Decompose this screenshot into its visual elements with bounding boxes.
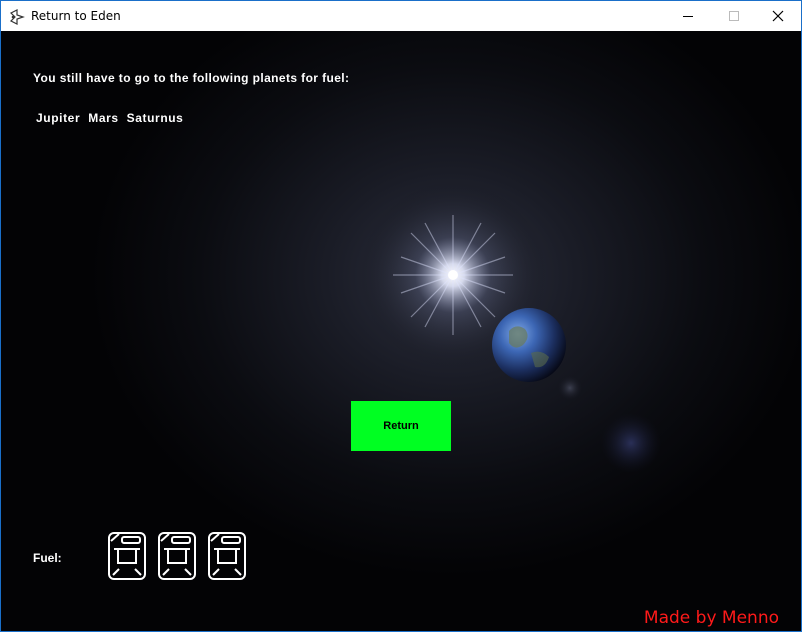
minimize-button[interactable] (665, 1, 711, 31)
planet-list: Jupiter Mars Saturnus (36, 111, 183, 125)
lens-flare-large (601, 413, 661, 473)
jerrycan-icon (208, 532, 246, 580)
credit-text: Made by Menno (643, 608, 779, 628)
planet-item: Mars (88, 111, 119, 125)
fuel-cans (107, 531, 247, 581)
minimize-icon (683, 16, 693, 17)
jerrycan-icon (108, 532, 146, 580)
fuel-info-text: You still have to go to the following pl… (33, 71, 350, 85)
planet-item: Jupiter (36, 111, 81, 125)
window-title: Return to Eden (31, 9, 121, 23)
planet-item: Saturnus (126, 111, 184, 125)
fuel-label: Fuel: (33, 551, 62, 565)
app-window: Return to Eden You still have to go to t… (0, 0, 802, 632)
maximize-button[interactable] (711, 1, 757, 31)
game-canvas: You still have to go to the following pl… (1, 31, 801, 631)
return-button[interactable]: Return (351, 401, 451, 451)
close-button[interactable] (755, 1, 801, 31)
game-app-icon (9, 9, 25, 25)
jerrycan-icon (158, 532, 196, 580)
lens-flare-small (558, 376, 582, 400)
maximize-icon (729, 11, 739, 21)
close-icon (772, 10, 784, 22)
earth-planet (492, 308, 566, 382)
title-bar[interactable]: Return to Eden (1, 1, 801, 31)
sun-core (448, 270, 458, 280)
